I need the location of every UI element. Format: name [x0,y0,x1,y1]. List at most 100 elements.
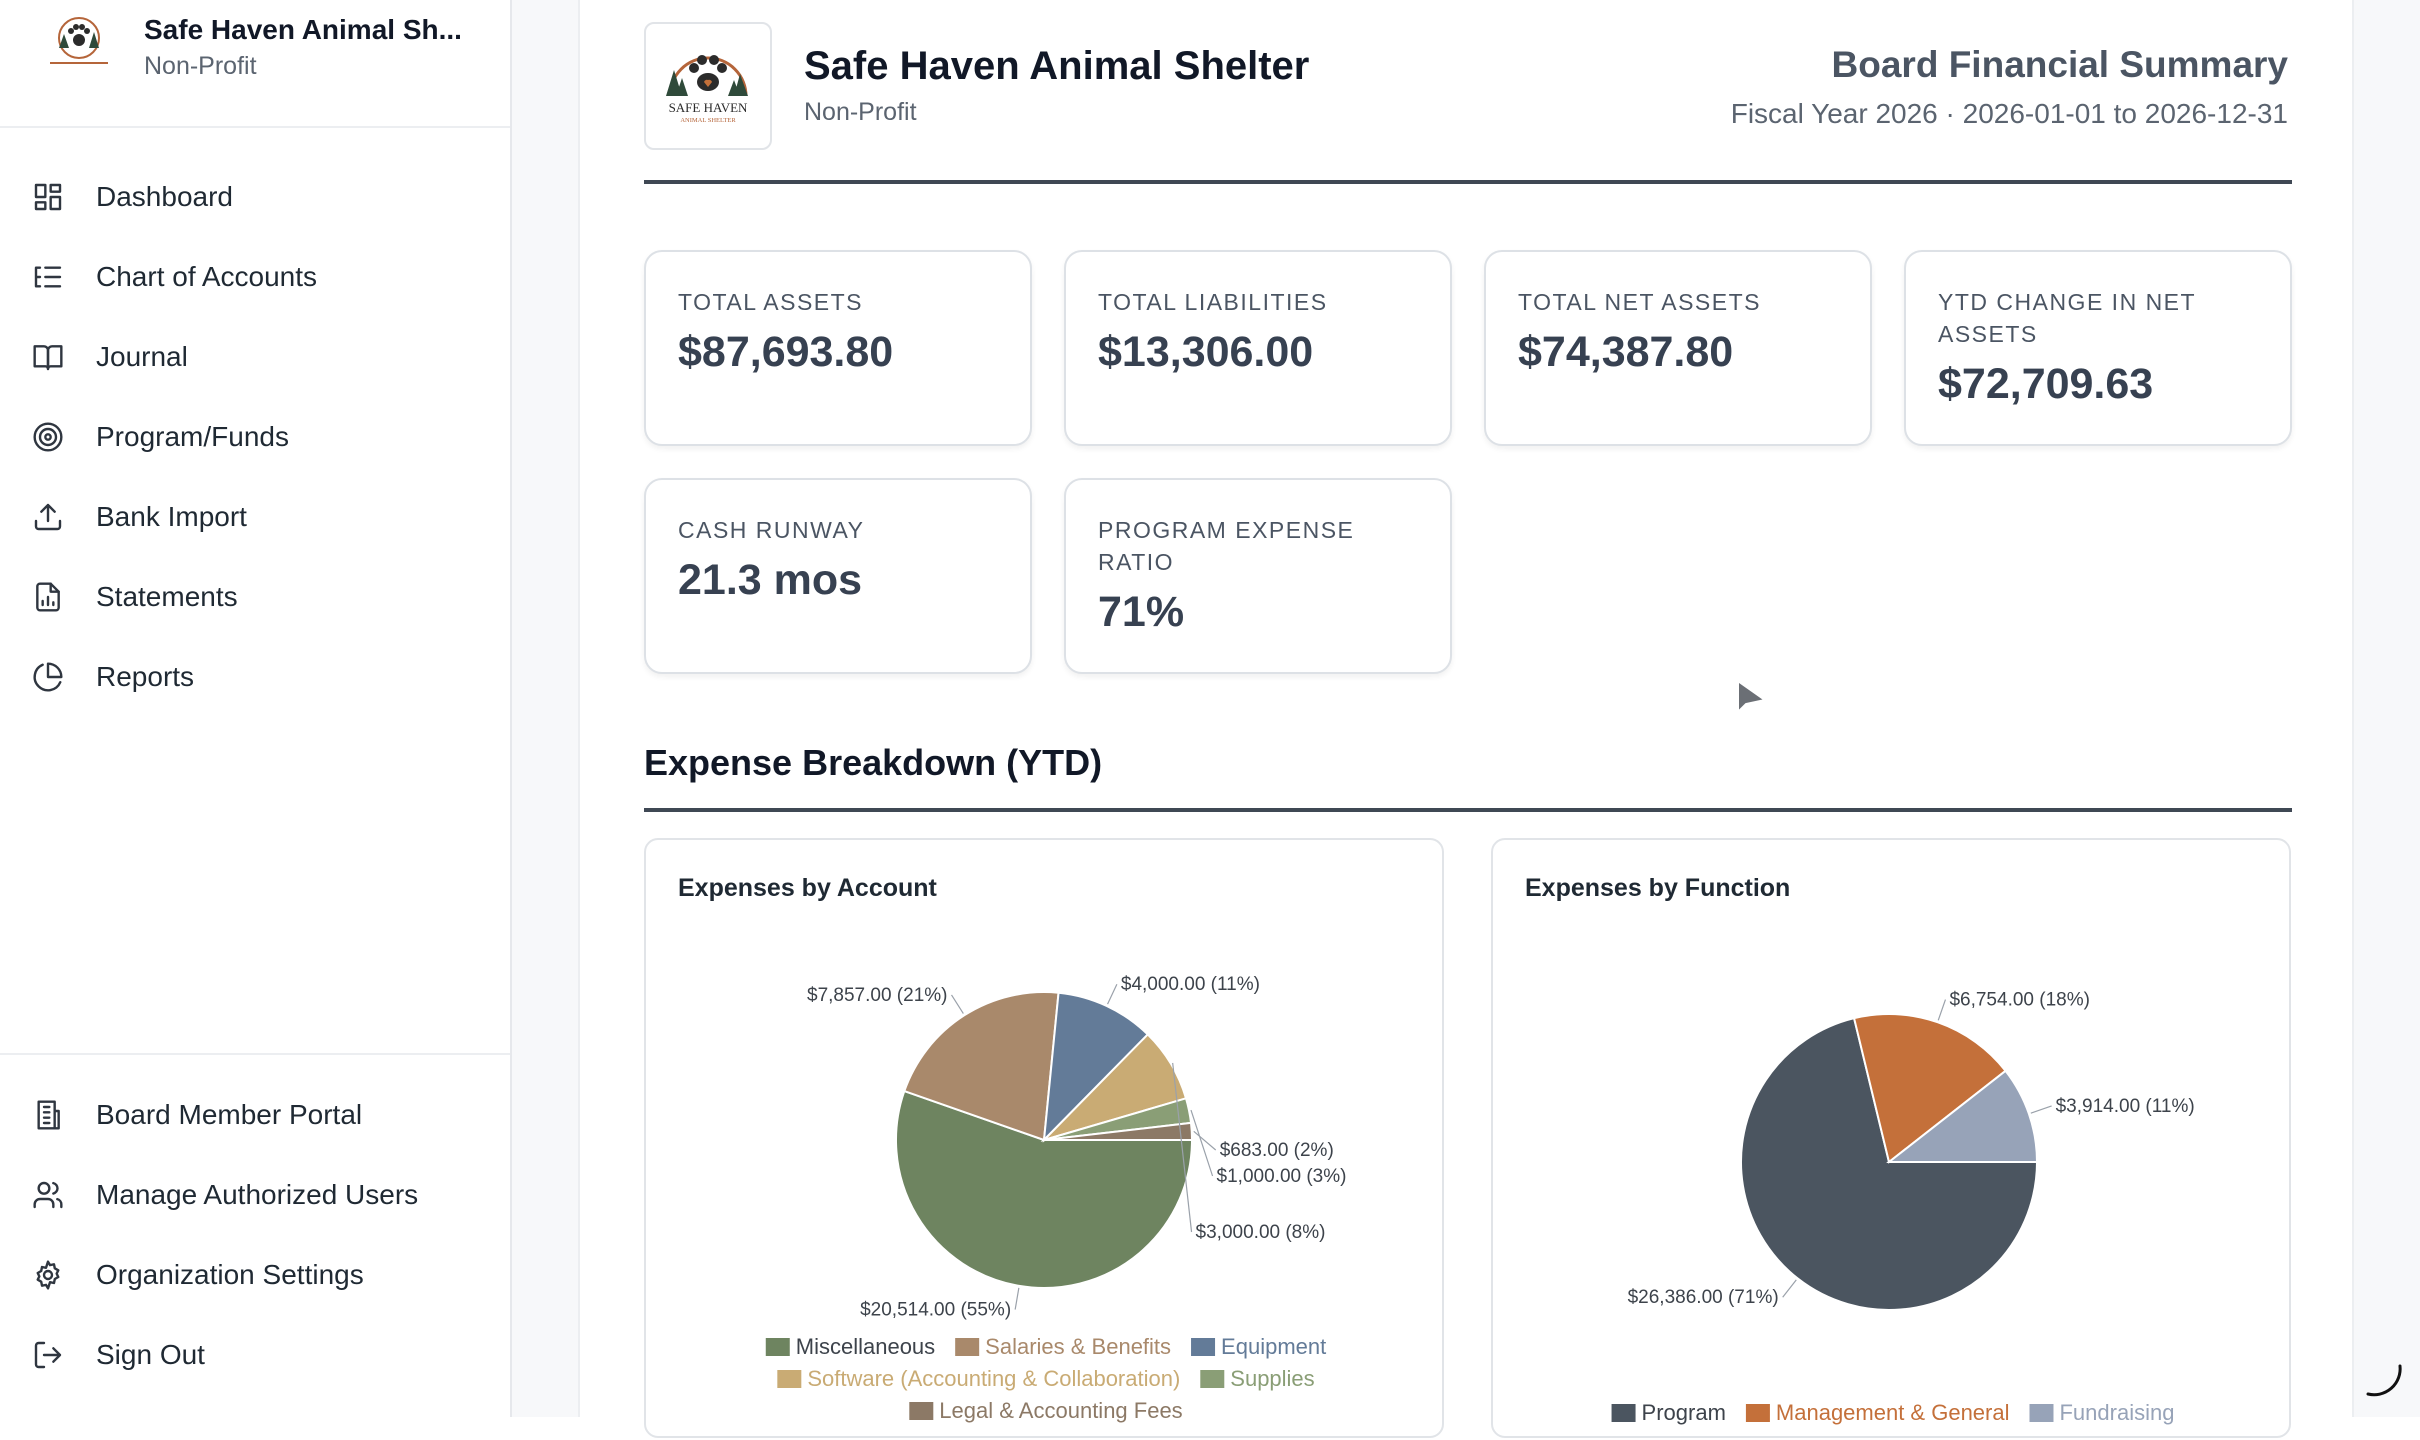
nav-label: Program/Funds [96,421,289,452]
org-name: Safe Haven Animal Shelter [804,44,1310,88]
slice-label-leader [1937,999,1947,1021]
sidebar: Safe Haven Animal Sh... Non-Profit Dashb… [0,0,512,1417]
kpi-cash-runway: CASH RUNWAY 21.3 mos [644,478,1032,674]
nav-sign-out[interactable]: Sign Out [32,1325,482,1385]
legend-label[interactable]: Legal & Accounting Fees [939,1398,1182,1423]
legend-swatch[interactable] [1745,1404,1770,1422]
brand-logo: SAFE HAVEN ANIMAL SHELTER [644,22,772,150]
legend-swatch[interactable] [765,1338,790,1356]
kpi-value: $72,709.63 [1938,360,2154,408]
legend-row: Miscellaneous Salaries & Benefits Equipmen… [765,1334,1326,1359]
slice-data-label: $6,754.00 (18%) [1949,990,2090,1011]
sidebar-divider [0,1053,510,1055]
kpi-total-liabilities: TOTAL LIABILITIES $13,306.00 [1064,250,1452,446]
users-icon [32,1165,96,1225]
content-gutter-left [512,0,578,1417]
org-type: Non-Profit [804,98,917,126]
expenses-by-function-chart: $26,386.00 (71%) $6,754.00 (18%) $3,914.00… [1611,990,2195,1425]
slice-data-label: $3,914.00 (11%) [2056,1096,2195,1117]
content-gutter-right [2354,0,2420,1417]
nav-label: Bank Import [96,501,247,532]
legend-swatch[interactable] [1200,1370,1225,1388]
slice-label-leader [2030,1105,2052,1114]
legend-label[interactable]: Program [1642,1400,1726,1425]
slice-data-label: $7,857.00 (21%) [807,985,948,1006]
slice-label-leader [1014,1287,1020,1310]
slice-data-label: $4,000.00 (11%) [1121,974,1260,995]
kpi-value: $87,693.80 [678,328,894,376]
app-window: Safe Haven Animal Sh... Non-Profit Dashb… [0,0,2420,1438]
slice-label-leader [1193,1130,1217,1151]
nav-label: Journal [96,341,188,372]
legend-label[interactable]: Salaries & Benefits [985,1334,1171,1359]
kpi-total-assets: TOTAL ASSETS $87,693.80 [644,250,1032,446]
nav-organization-settings[interactable]: Organization Settings [32,1245,482,1305]
report-title: Board Financial Summary [1831,44,2288,85]
report-period: Fiscal Year 2026 · 2026-01-01 to 2026-12… [1730,98,2288,129]
nav-label: Sign Out [96,1339,205,1370]
legend-label[interactable]: Management & General [1776,1400,2010,1425]
sign-out-icon [32,1325,96,1385]
kpi-label: TOTAL ASSETS [678,289,864,315]
kpi-label: YTD CHANGE IN NET ASSETS [1938,289,2196,347]
nav-manage-authorized-users[interactable]: Manage Authorized Users [32,1165,482,1225]
kpi-label: CASH RUNWAY [678,517,865,543]
legend-swatch[interactable] [909,1402,934,1420]
upload-icon [32,487,96,547]
nav-board-member-portal[interactable]: Board Member Portal [32,1085,482,1145]
legend-row: Program Management & General Fundraising [1611,1400,2174,1425]
header-divider [644,180,2292,184]
nav-label: Chart of Accounts [96,261,318,292]
legend-label[interactable]: Supplies [1230,1366,1314,1391]
nav-dashboard[interactable]: Dashboard [32,167,482,227]
kpi-value: $74,387.80 [1518,328,1734,376]
nav-bank-import[interactable]: Bank Import [32,487,482,547]
gear-icon [32,1245,96,1305]
legend-label[interactable]: Miscellaneous [796,1334,935,1359]
sidebar-org-name: Safe Haven Animal Sh... [144,14,462,45]
nav-label: Organization Settings [96,1259,364,1290]
legend-swatch[interactable] [1611,1404,1636,1422]
list-tree-icon [32,247,96,307]
org-logo [50,17,108,64]
nav-program-funds[interactable]: Program/Funds [32,407,482,467]
sidebar-org-type: Non-Profit [144,52,257,80]
slice-data-label: $683.00 (2%) [1220,1140,1334,1161]
mouse-cursor-icon [1737,679,1768,715]
kpi-value: 21.3 mos [678,556,863,604]
legend-swatch[interactable] [777,1370,802,1388]
legend-swatch[interactable] [955,1338,980,1356]
expenses-by-account-chart: $20,514.00 (55%) $7,857.00 (21%) $4,000.00… [765,974,1347,1423]
legend-swatch[interactable] [1191,1338,1216,1356]
nav-journal[interactable]: Journal [32,327,482,387]
legend-label[interactable]: Fundraising [2059,1400,2174,1425]
legend-swatch[interactable] [2029,1404,2054,1422]
slice-label-leader [1190,1109,1214,1177]
nav-reports[interactable]: Reports [32,647,482,707]
report-content[interactable]: SAFE HAVEN ANIMAL SHELTER Safe Haven Ani… [578,0,2354,1438]
section-divider [644,808,2292,812]
slice-data-label: $3,000.00 (8%) [1196,1222,1326,1243]
logo-subtext: ANIMAL SHELTER [680,117,736,124]
nav-label: Board Member Portal [96,1099,363,1130]
nav-label: Statements [96,581,238,612]
nav-chart-of-accounts[interactable]: Chart of Accounts [32,247,482,307]
org-header[interactable]: Safe Haven Animal Sh... Non-Profit [0,0,510,128]
kpi-label: PROGRAM EXPENSE RATIO [1098,517,1355,575]
dashboard-icon [32,167,96,227]
loading-spinner-icon [2366,1364,2402,1397]
slice-label-leader [1107,983,1118,1005]
chart-title: Expenses by Account [678,874,937,902]
kpi-ytd-change: YTD CHANGE IN NET ASSETS $72,709.63 [1904,250,2292,446]
legend-label[interactable]: Software (Accounting & Collaboration) [807,1366,1180,1391]
target-icon [32,407,96,467]
paw-logo-icon: SAFE HAVEN ANIMAL SHELTER [666,55,748,124]
legend-label[interactable]: Equipment [1221,1334,1326,1359]
nav-statements[interactable]: Statements [32,567,482,627]
kpi-value: $13,306.00 [1098,328,1314,376]
chart-title: Expenses by Function [1525,874,1791,902]
slice-label-leader [1782,1279,1797,1298]
legend-row: Software (Accounting & Collaboration) Sup… [777,1366,1315,1391]
slice-data-label: $1,000.00 (3%) [1217,1166,1347,1187]
kpi-program-expense-ratio: PROGRAM EXPENSE RATIO 71% [1064,478,1452,674]
